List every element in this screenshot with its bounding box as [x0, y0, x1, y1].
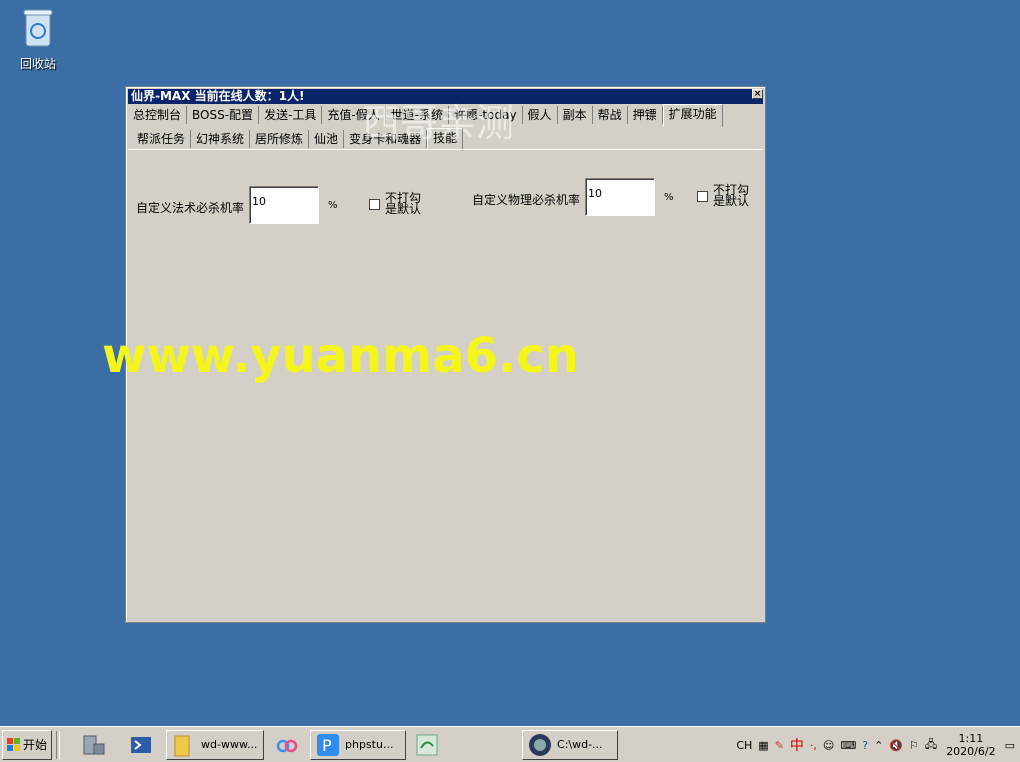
punctuation-icon[interactable]: ·,	[810, 739, 817, 752]
language-indicator[interactable]: CH	[736, 739, 752, 752]
recycle-bin-label: 回收站	[19, 57, 56, 71]
taskbar-item-label: C:\wd-...	[557, 738, 603, 751]
start-label: 开始	[23, 737, 48, 752]
tab-residence[interactable]: 居所修炼	[250, 130, 310, 148]
tab-send-tools[interactable]: 发送-工具	[259, 106, 323, 124]
magic-pct-label: %	[328, 200, 338, 211]
tab-dungeon[interactable]: 副本	[558, 106, 593, 124]
powershell-icon[interactable]	[128, 732, 154, 758]
start-button[interactable]: 开始	[2, 729, 53, 760]
taskbar-item-explorer[interactable]: wd-www...	[166, 729, 265, 760]
volume-icon[interactable]: 🔇	[889, 739, 903, 752]
server-manager-icon[interactable]	[80, 732, 106, 758]
windows-logo-icon	[7, 737, 20, 751]
tab-boss-config[interactable]: BOSS-配置	[187, 106, 260, 124]
phys-pct-label: %	[664, 192, 674, 203]
app-icon[interactable]	[414, 732, 440, 758]
taskbar-item-label: phpstu...	[345, 738, 394, 751]
ime-mode[interactable]: 中	[790, 735, 804, 755]
tab-guild-war[interactable]: 帮战	[593, 106, 628, 124]
baidu-netdisk-icon[interactable]	[274, 732, 300, 758]
folder-icon	[174, 735, 190, 756]
svg-text:P: P	[322, 736, 332, 755]
console-icon	[529, 733, 552, 756]
phys-crit-input[interactable]: 10	[585, 178, 655, 216]
tab-panel-border	[128, 149, 763, 150]
phys-default-label: 不打勾是默认	[713, 183, 750, 208]
magic-default-label: 不打勾是默认	[385, 191, 422, 216]
clock-date: 2020/6/2	[946, 745, 996, 758]
tray-expand-icon[interactable]: ⌃	[874, 739, 883, 752]
recycle-bin-icon	[23, 9, 53, 47]
taskbar-item-console[interactable]: C:\wd-...	[522, 729, 619, 760]
phys-crit-label: 自定义物理必杀机率	[472, 193, 581, 207]
tab-extensions[interactable]: 扩展功能	[662, 104, 723, 127]
show-desktop-icon[interactable]: ▭	[1005, 739, 1015, 752]
tab-escort[interactable]: 押镖	[628, 106, 663, 124]
taskbar-item-label: wd-www...	[201, 738, 258, 751]
network-icon[interactable]: 🖧	[925, 736, 937, 755]
recycle-bin[interactable]: 回收站	[14, 6, 62, 72]
help-icon[interactable]: ?	[862, 739, 868, 752]
close-icon: ×	[753, 89, 762, 99]
ime-grid-icon[interactable]: ▦	[758, 739, 768, 752]
clock-time: 1:11	[958, 732, 984, 745]
watermark-url: www.yuanma6.cn	[102, 328, 579, 384]
clock[interactable]: 1:11 2020/6/2	[946, 732, 995, 758]
system-tray: CH ▦ ✎ 中 ·, ☺ ⌨ ? ⌃ 🔇 ⚐ 🖧 1:11 2020/6/2 …	[733, 730, 1018, 760]
magic-default-checkbox[interactable]	[369, 199, 380, 210]
tab-phantom-god[interactable]: 幻神系统	[191, 130, 251, 148]
ime-tools-icon[interactable]: ✎	[775, 739, 784, 752]
taskbar-separator	[56, 730, 61, 759]
watermark-text: 西哥亲测	[362, 101, 515, 145]
flag-icon[interactable]: ⚐	[909, 739, 919, 752]
magic-crit-label: 自定义法术必杀机率	[136, 201, 245, 215]
phys-default-checkbox[interactable]	[697, 191, 708, 202]
tab-fairy-pool[interactable]: 仙池	[309, 130, 345, 148]
taskbar-item-phpstudy[interactable]: P phpstu...	[310, 729, 407, 760]
taskbar: 开始 wd-www... P phpstu... C:\wd-... CH ▦ …	[0, 726, 1020, 762]
close-button[interactable]: ×	[752, 89, 763, 99]
tab-guild-task[interactable]: 帮派任务	[132, 130, 192, 148]
tab-console[interactable]: 总控制台	[128, 106, 188, 124]
magic-crit-input[interactable]: 10	[249, 186, 319, 224]
phpstudy-icon: P	[317, 733, 340, 756]
emoji-icon[interactable]: ☺	[823, 739, 834, 752]
keyboard-icon[interactable]: ⌨	[840, 739, 856, 752]
tab-fake-player[interactable]: 假人	[523, 106, 558, 124]
